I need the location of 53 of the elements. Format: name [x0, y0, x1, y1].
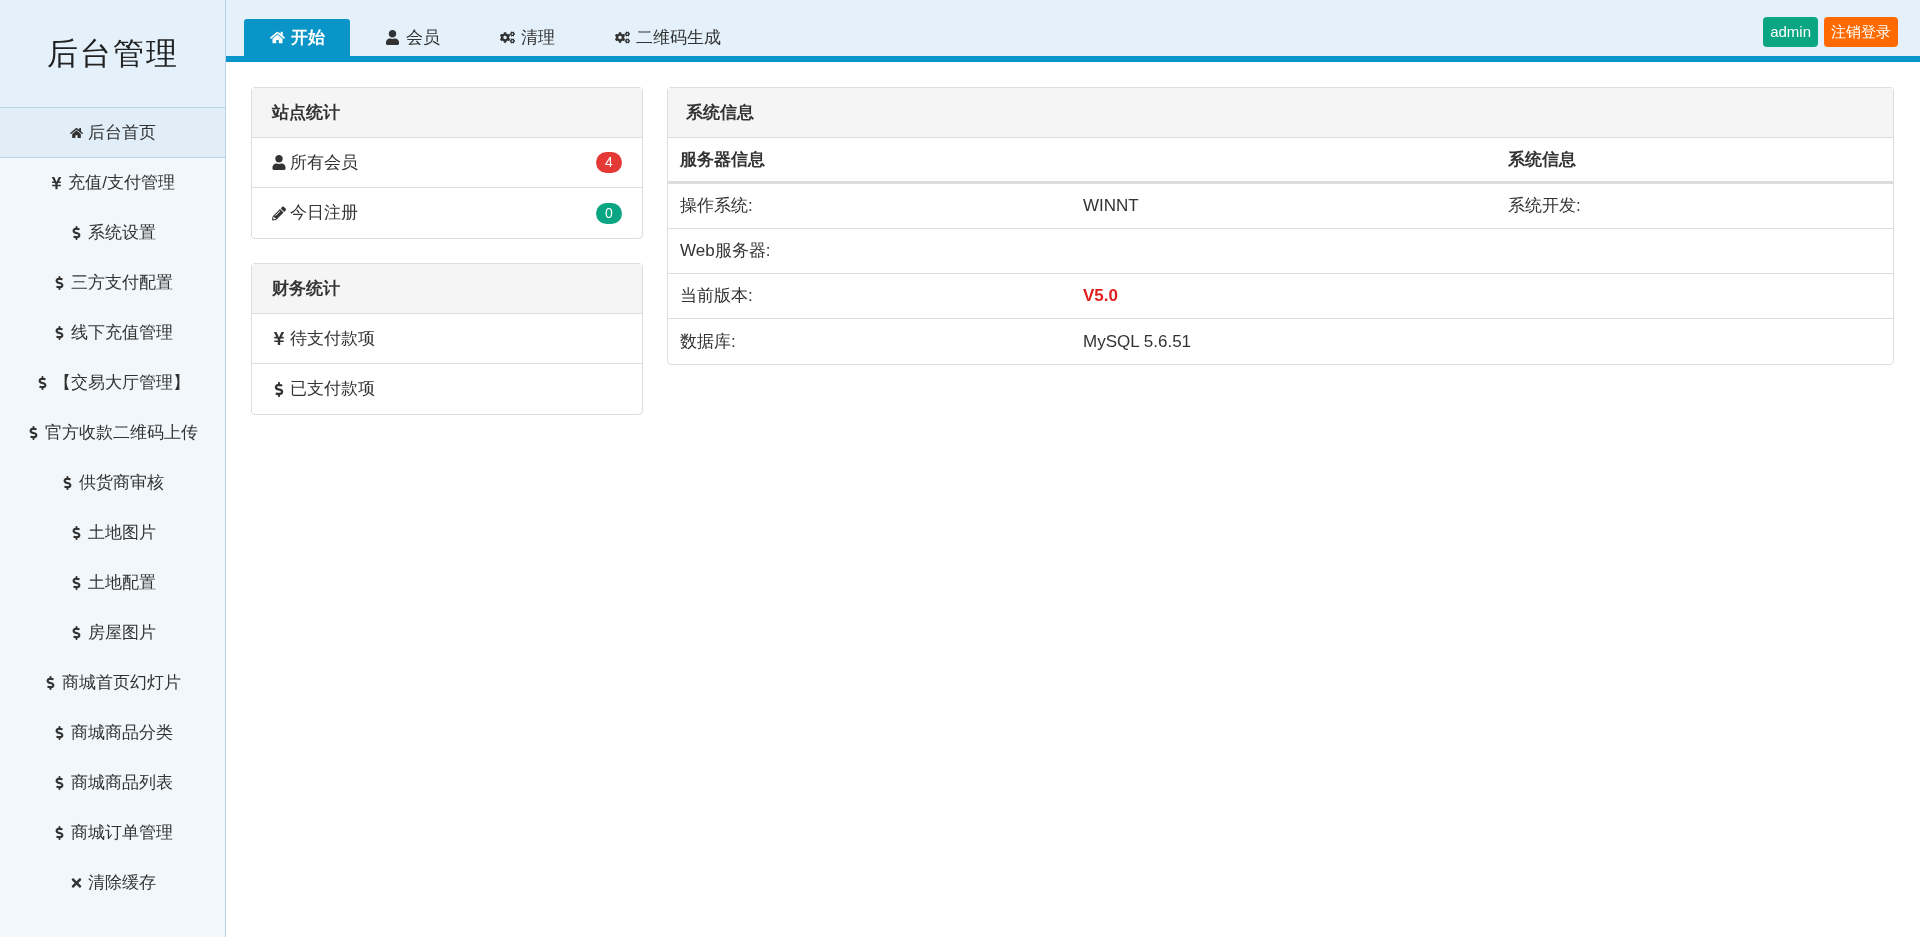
sidebar-item[interactable]: 土地图片 — [0, 508, 225, 558]
stat-label: 已支付款项 — [290, 378, 375, 401]
panel-title: 站点统计 — [252, 88, 642, 138]
gears-icon — [500, 30, 515, 45]
stat-label: 待支付款项 — [290, 327, 375, 350]
user-icon — [272, 155, 286, 170]
panel-title: 财务统计 — [252, 264, 642, 314]
sidebar-item[interactable]: 房屋图片 — [0, 608, 225, 658]
table-cell-text: WINNT — [1083, 195, 1139, 218]
sidebar-item[interactable]: 商城订单管理 — [0, 808, 225, 858]
table-cell-text: Web服务器: — [680, 240, 772, 263]
tab[interactable]: 清理 — [475, 19, 580, 56]
column-header: 系统信息 — [1508, 148, 1577, 171]
dollar-icon — [27, 426, 40, 440]
sidebar-item[interactable]: 供货商审核 — [0, 458, 225, 508]
table-cell-text: 操作系统: — [680, 195, 754, 218]
close-icon — [69, 876, 83, 890]
tab[interactable]: 会员 — [360, 19, 465, 56]
sidebar-item[interactable]: 商城商品列表 — [0, 758, 225, 808]
table-cell-text: 数据库: — [680, 330, 737, 353]
home-icon — [269, 30, 285, 45]
table-cell-text: V5.0 — [1083, 285, 1118, 308]
dollar-icon — [272, 381, 286, 397]
column-header: 服务器信息 — [680, 148, 766, 171]
count-badge: 4 — [596, 152, 622, 173]
gears-icon — [615, 30, 630, 45]
yen-icon — [50, 176, 64, 190]
logo-text: 后台管理 — [46, 34, 179, 74]
stat-label: 所有会员 — [290, 151, 358, 174]
sidebar-item[interactable]: 商城首页幻灯片 — [0, 658, 225, 708]
sidebar-item[interactable]: 官方收款二维码上传 — [0, 408, 225, 458]
sidebar-item[interactable]: 线下充值管理 — [0, 308, 225, 358]
sidebar-item[interactable]: 【交易大厅管理】 — [0, 358, 225, 408]
yen-icon — [272, 331, 286, 346]
tab[interactable]: 二维码生成 — [590, 19, 746, 56]
sidebar-item[interactable]: 后台首页 — [0, 108, 225, 158]
sidebar-item[interactable]: 三方支付配置 — [0, 258, 225, 308]
sidebar-item[interactable]: 清除缓存 — [0, 858, 225, 908]
count-badge: 0 — [596, 202, 622, 224]
stat-label: 今日注册 — [290, 202, 358, 225]
sidebar-item[interactable]: 系统设置 — [0, 208, 225, 258]
panel-title: 系统信息 — [668, 88, 1893, 138]
sidebar-item[interactable]: 土地配置 — [0, 558, 225, 608]
sidebar-item[interactable]: 商城商品分类 — [0, 708, 225, 758]
home-icon — [69, 125, 83, 140]
user-icon — [385, 30, 400, 45]
table-cell-text: 当前版本: — [680, 285, 754, 308]
pencil-icon — [272, 205, 286, 221]
dollar-icon — [44, 676, 57, 690]
table-cell-text: 系统开发: — [1508, 195, 1582, 218]
sidebar-item[interactable]: 充值/支付管理 — [0, 158, 225, 208]
table-cell-text: MySQL 5.6.51 — [1083, 330, 1192, 353]
dollar-icon — [61, 476, 74, 490]
